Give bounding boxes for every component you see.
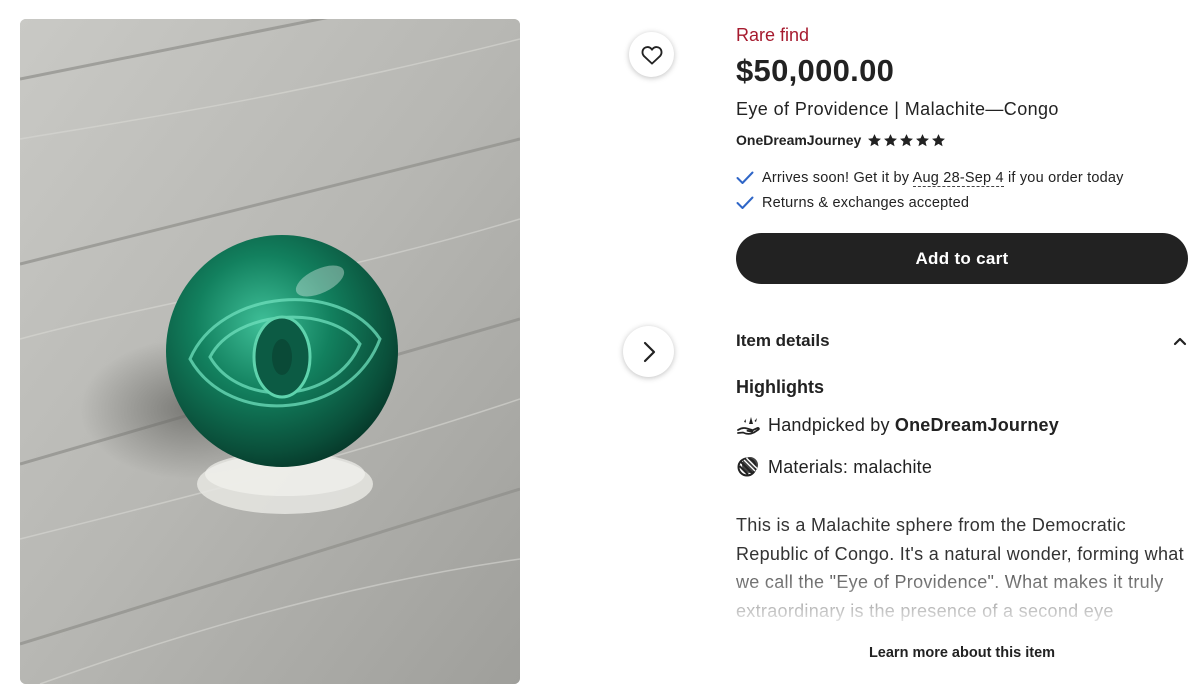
checkmark-icon [736,171,754,184]
star-icon [884,133,898,146]
shop-row: OneDreamJourney [736,132,946,148]
materials-text: Materials: malachite [768,456,933,477]
malachite-sphere-photo [20,19,520,684]
arrival-prefix: Arrives soon! Get it by [762,170,913,186]
next-image-button[interactable] [623,326,674,377]
description-fade-overlay [736,560,1188,696]
chevron-right-icon [643,341,655,362]
product-image[interactable] [20,19,520,684]
chevron-up-icon [1173,337,1187,346]
handpicked-prefix: Handpicked by [768,414,895,435]
learn-more-link[interactable]: Learn more about this item [736,645,1188,661]
price: $50,000.00 [736,53,895,88]
favorite-button[interactable] [629,32,674,77]
star-icon [900,133,914,146]
rating-stars[interactable] [867,133,946,148]
handpicked-highlight: Handpicked by OneDreamJourney [736,413,1059,437]
listing-title: Eye of Providence | Malachite—Congo [736,99,1059,119]
star-icon [932,133,946,146]
item-details-title: Item details [736,331,830,350]
shop-name-link[interactable]: OneDreamJourney [736,132,861,148]
star-icon [916,133,930,146]
returns-text: Returns & exchanges accepted [762,195,970,211]
highlights-heading: Highlights [736,377,824,397]
heart-icon [641,45,662,65]
checkmark-icon [736,196,754,209]
hand-picking-icon [737,417,760,435]
arrival-estimate: Arrives soon! Get it by Aug 28-Sep 4 if … [736,170,1124,187]
returns-policy: Returns & exchanges accepted [736,195,969,211]
add-to-cart-button[interactable]: Add to cart [736,233,1188,284]
arrival-dates[interactable]: Aug 28-Sep 4 [912,170,1004,187]
materials-highlight: Materials: malachite [736,455,932,479]
materials-icon [737,457,758,477]
rare-find-badge: Rare find [736,25,810,45]
arrival-suffix: if you order today [1003,170,1124,186]
handpicked-shop-link[interactable]: OneDreamJourney [895,415,1059,435]
item-details-toggle[interactable]: Item details [736,328,1188,354]
star-icon [868,133,882,146]
